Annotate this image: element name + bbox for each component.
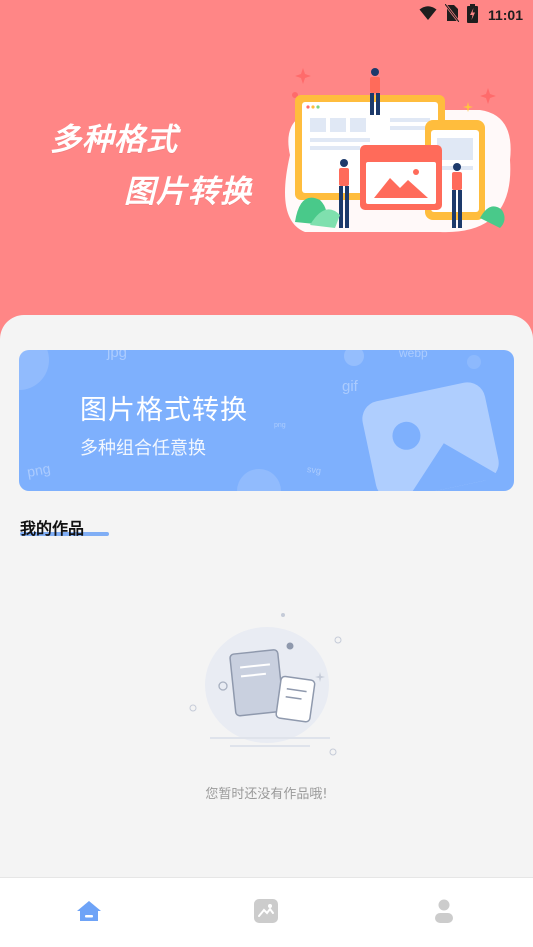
battery-charging-icon [466, 3, 478, 27]
home-icon [76, 900, 102, 926]
status-icons: 11:01 [419, 3, 523, 27]
decor-word-png-small: png [274, 422, 286, 429]
user-icon [434, 899, 454, 927]
banner-title: 图片格式转换 [80, 395, 248, 426]
banner-subtitle: 多种组合任意换 [80, 438, 206, 459]
nav-gallery[interactable] [236, 883, 296, 943]
decor-word-gif: gif [342, 378, 358, 395]
my-works-title: 我的作品 [20, 519, 85, 538]
decor-word-jpg: jpg [107, 350, 128, 361]
nav-profile[interactable] [414, 883, 474, 943]
bottom-navigation [0, 877, 533, 947]
image-icon [254, 898, 279, 927]
status-bar: 11:01 [0, 0, 533, 30]
empty-state-text: 您暂时还没有作品哦! [205, 787, 328, 802]
no-sim-icon [443, 3, 460, 26]
hero-illustration [285, 68, 511, 233]
hero-title-line2: 图片转换 [124, 174, 252, 210]
decor-word-svg: svg [306, 464, 322, 476]
nav-home[interactable] [59, 883, 119, 943]
decor-word-webp: webp [399, 350, 428, 360]
hero-title-line1: 多种格式 [50, 122, 178, 158]
empty-state-illustration [189, 613, 342, 756]
wifi-icon [419, 5, 437, 25]
status-time: 11:01 [487, 7, 523, 23]
hero-banner: 11:01 多种格式 图片转换 [0, 0, 533, 340]
image-format-convert-card[interactable]: jpg webp gif png png svg 图片格式转换 多种组合任意换 [19, 350, 514, 491]
